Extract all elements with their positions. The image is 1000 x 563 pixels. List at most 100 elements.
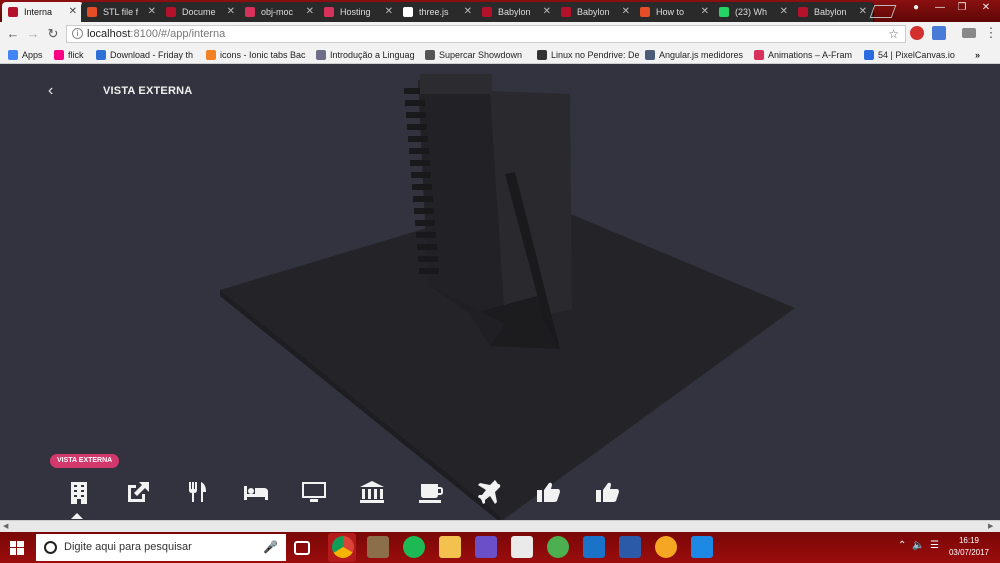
thumbs-up-icon[interactable] (593, 480, 621, 504)
virtualbox-icon[interactable] (583, 536, 605, 558)
browser-tab[interactable]: Babylon ✕ (476, 2, 558, 22)
tab-favicon-icon (403, 7, 413, 17)
windows-start-icon[interactable] (10, 541, 24, 555)
tab-favicon-icon (324, 7, 334, 17)
file-explorer-icon[interactable] (439, 536, 461, 558)
bookmark-item[interactable]: 54 | PixelCanvas.io (864, 49, 955, 61)
bookmark-label: Download - Friday th (110, 50, 194, 60)
app-globe-icon[interactable] (547, 536, 569, 558)
tab-close-icon[interactable]: ✕ (464, 2, 472, 22)
bookmark-favicon-icon (8, 50, 18, 60)
more-bookmarks-button[interactable]: » (975, 49, 980, 61)
bookmark-item[interactable]: Apps (8, 49, 43, 61)
bookmark-item[interactable]: flick (54, 49, 84, 61)
bookmark-item[interactable]: Supercar Showdown (425, 49, 522, 61)
app-archive-icon[interactable] (367, 536, 389, 558)
browser-tab[interactable]: Interna ✕ (2, 2, 84, 22)
3d-scene-canvas[interactable] (0, 64, 1000, 520)
extension-translate-icon[interactable] (932, 26, 946, 40)
reload-icon[interactable]: ↻ (44, 25, 62, 43)
maximize-button[interactable]: ❐ (950, 0, 974, 16)
tab-label: (23) Wh (735, 7, 768, 17)
minimize-button[interactable]: — (928, 0, 952, 16)
bookmark-item[interactable]: Download - Friday th (96, 49, 193, 61)
chrome-icon[interactable] (332, 536, 354, 558)
back-button[interactable]: ‹ (48, 82, 53, 100)
windows-taskbar: Digite aqui para pesquisar 🎤 ⌃ 🔈 ☰ 16:19… (0, 532, 1000, 563)
address-bar[interactable]: i localhost:8100/#/app/interna ☆ (66, 25, 906, 43)
airplane-icon[interactable] (476, 480, 504, 504)
app-rgb-icon[interactable] (475, 536, 497, 558)
bookmark-star-icon[interactable]: ☆ (888, 26, 899, 42)
extension-opera-icon[interactable] (910, 26, 924, 40)
tab-favicon-icon (561, 7, 571, 17)
tab-close-icon[interactable]: ✕ (780, 2, 788, 22)
bookmark-label: icons - Ionic tabs Bac (220, 50, 306, 60)
browser-tab[interactable]: (23) Wh ✕ (713, 2, 795, 22)
browser-toolbar: ← → ↻ i localhost:8100/#/app/interna ☆ (0, 22, 1000, 46)
bookmark-favicon-icon (96, 50, 106, 60)
bookmark-label: Apps (22, 50, 43, 60)
horizontal-scrollbar[interactable]: ◀ ▶ (0, 520, 1000, 532)
browser-tab[interactable]: Babylon ✕ (555, 2, 637, 22)
info-icon[interactable]: i (72, 28, 83, 39)
new-tab-button[interactable] (869, 5, 897, 18)
bookmark-item[interactable]: Linux no Pendrive: De (537, 49, 640, 61)
network-icon[interactable]: ☰ (930, 540, 939, 551)
bookmark-label: Animations – A-Fram (768, 50, 853, 60)
tab-close-icon[interactable]: ✕ (227, 2, 235, 22)
taskbar-clock[interactable]: 16:19 03/07/2017 (945, 535, 993, 559)
menu-icon[interactable]: ⋮ (982, 24, 1000, 42)
tab-label: Babylon (498, 7, 531, 17)
scroll-right-icon[interactable]: ▶ (988, 522, 993, 530)
tab-close-icon[interactable]: ✕ (69, 2, 77, 22)
tab-close-icon[interactable]: ✕ (622, 2, 630, 22)
browser-tab[interactable]: STL file f ✕ (81, 2, 163, 22)
tab-close-icon[interactable]: ✕ (859, 2, 867, 22)
microphone-icon[interactable]: 🎤 (263, 534, 278, 561)
taskbar-search-input[interactable]: Digite aqui para pesquisar 🎤 (36, 534, 286, 561)
bookmark-item[interactable]: Angular.js medidores (645, 49, 743, 61)
vscode-icon[interactable] (691, 536, 713, 558)
tab-close-icon[interactable]: ✕ (306, 2, 314, 22)
tab-close-icon[interactable]: ✕ (385, 2, 393, 22)
thumbs-up-icon[interactable] (534, 480, 562, 504)
external-link-icon[interactable] (124, 480, 152, 504)
browser-tab[interactable]: three.js ✕ (397, 2, 479, 22)
browser-tab[interactable]: Hosting ✕ (318, 2, 400, 22)
tab-close-icon[interactable]: ✕ (701, 2, 709, 22)
close-window-button[interactable]: ✕ (974, 0, 998, 16)
bookmark-item[interactable]: icons - Ionic tabs Bac (206, 49, 306, 61)
browser-tab[interactable]: obj-moc ✕ (239, 2, 321, 22)
back-arrow-icon[interactable]: ← (4, 25, 22, 43)
forward-arrow-icon[interactable]: → (24, 25, 42, 43)
tab-label: How to (656, 7, 685, 17)
coffee-icon[interactable] (417, 480, 445, 504)
bookmark-favicon-icon (425, 50, 435, 60)
volume-icon[interactable]: 🔈 (912, 540, 924, 551)
scroll-left-icon[interactable]: ◀ (3, 522, 8, 530)
bookmark-label: flick (68, 50, 84, 60)
tray-expand-icon[interactable]: ⌃ (898, 540, 906, 551)
browser-tab[interactable]: Docume ✕ (160, 2, 242, 22)
mail-icon[interactable] (511, 536, 533, 558)
restaurant-icon[interactable] (183, 480, 211, 504)
spotify-icon[interactable] (403, 536, 425, 558)
tab-close-icon[interactable]: ✕ (543, 2, 551, 22)
powershell-icon[interactable] (619, 536, 641, 558)
bank-icon[interactable] (358, 480, 386, 504)
task-view-icon[interactable] (294, 541, 310, 555)
bookmark-item[interactable]: Introdução a Linguag (316, 49, 415, 61)
browser-tab[interactable]: Babylon ✕ (792, 2, 874, 22)
tab-close-icon[interactable]: ✕ (148, 2, 156, 22)
extension-cast-icon[interactable] (962, 28, 976, 38)
profile-icon[interactable]: ● (904, 0, 928, 16)
browser-tab[interactable]: How to ✕ (634, 2, 716, 22)
building-icon[interactable] (65, 480, 93, 504)
bookmark-item[interactable]: Animations – A-Fram (754, 49, 852, 61)
cortana-icon (44, 541, 57, 554)
blender-icon[interactable] (655, 536, 677, 558)
monitor-icon[interactable] (300, 480, 328, 504)
bed-icon[interactable] (242, 480, 270, 504)
tab-label: Hosting (340, 7, 371, 17)
